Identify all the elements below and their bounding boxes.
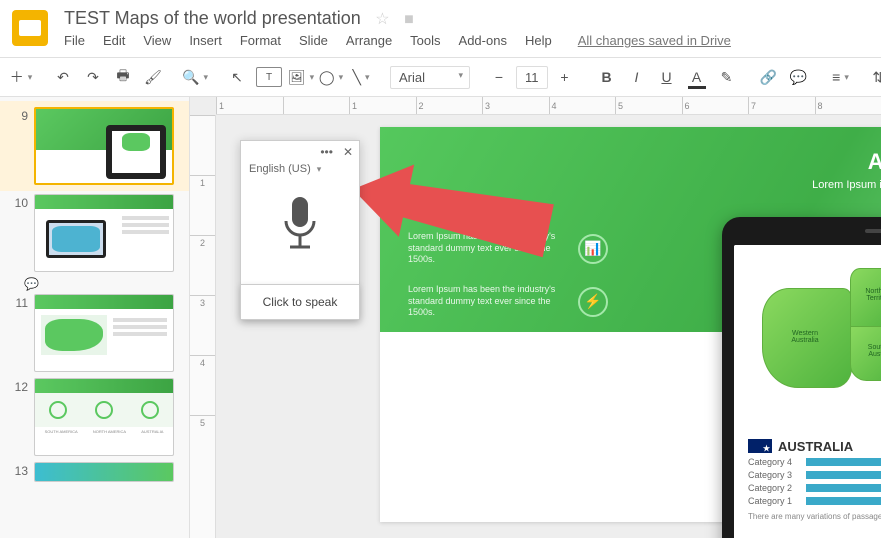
- menu-insert[interactable]: Insert: [189, 33, 222, 48]
- state-label: Western Australia: [780, 330, 830, 344]
- redo-button[interactable]: ↷: [80, 63, 106, 91]
- thumb-number: 13: [10, 462, 28, 478]
- category-row: Category 14.32.4: [748, 496, 881, 506]
- menu-edit[interactable]: Edit: [103, 33, 125, 48]
- menu-file[interactable]: File: [64, 33, 85, 48]
- thumb-row[interactable]: 10: [0, 191, 189, 275]
- star-icon[interactable]: ☆: [375, 11, 389, 28]
- slides-logo-icon[interactable]: [12, 10, 48, 46]
- line-tool[interactable]: ╲▾: [348, 63, 374, 91]
- align-button[interactable]: ≡▾: [828, 63, 854, 91]
- state-label: Southern Australia: [857, 344, 881, 358]
- chart-note: There are many variations of passages of…: [748, 512, 881, 521]
- thumb-row[interactable]: 13: [0, 459, 189, 485]
- thumb-number: 11: [10, 294, 28, 310]
- more-options-icon[interactable]: •••: [320, 145, 333, 159]
- thumb-number: 12: [10, 378, 28, 394]
- voice-tooltip: Click to speak: [240, 284, 360, 320]
- textbox-tool[interactable]: T: [256, 67, 282, 87]
- state-label: Northern Territory: [854, 288, 881, 302]
- slide-thumbnail-panel[interactable]: 9 10 💬 11 12 SOUTH: [0, 97, 190, 538]
- thumb-row[interactable]: 11: [0, 291, 189, 375]
- paint-format-button[interactable]: 🖌: [140, 63, 166, 91]
- australia-map: Western Australia Northern Territory Que…: [734, 245, 881, 431]
- undo-button[interactable]: ↶: [50, 63, 76, 91]
- comment-indicator-icon[interactable]: 💬: [24, 277, 189, 291]
- text-color-button[interactable]: A: [684, 63, 710, 91]
- font-size-decrease[interactable]: −: [486, 63, 512, 91]
- new-slide-button[interactable]: ＋▾: [8, 63, 34, 91]
- thumb-number: 9: [10, 107, 28, 123]
- microphone-button[interactable]: [241, 179, 359, 280]
- insert-link-button[interactable]: 🔗: [756, 63, 782, 91]
- close-icon[interactable]: ✕: [343, 145, 353, 159]
- underline-button[interactable]: U: [654, 63, 680, 91]
- font-size-input[interactable]: 11: [516, 66, 548, 89]
- country-name: AUSTRALIA: [778, 439, 853, 454]
- category-row: Category 33.51.8: [748, 470, 881, 480]
- slide-thumbnail[interactable]: [34, 294, 174, 372]
- slide-thumbnail[interactable]: SOUTH AMERICANORTH AMERICAAUSTRALIA: [34, 378, 174, 456]
- toolbar: ＋▾ ↶ ↷ 🖶 🖌 🔍▾ ↖ T 🖼▾ ◯▾ ╲▾ Arial▾ − 11 +…: [0, 57, 881, 97]
- menu-view[interactable]: View: [143, 33, 171, 48]
- thumb-row[interactable]: 9: [0, 101, 189, 191]
- australia-flag-icon: [748, 439, 772, 453]
- add-comment-button[interactable]: 💬: [786, 63, 812, 91]
- menu-tools[interactable]: Tools: [410, 33, 440, 48]
- menu-slide[interactable]: Slide: [299, 33, 328, 48]
- menu-help[interactable]: Help: [525, 33, 552, 48]
- menu-arrange[interactable]: Arrange: [346, 33, 392, 48]
- image-tool[interactable]: 🖼▾: [288, 63, 314, 91]
- font-family-select[interactable]: Arial▾: [390, 66, 470, 89]
- slide-thumbnail[interactable]: [34, 107, 174, 185]
- vertical-ruler: 12345: [190, 115, 216, 538]
- line-spacing-button[interactable]: ⇅▾: [870, 63, 881, 91]
- slide-thumbnail[interactable]: [34, 462, 174, 482]
- select-tool[interactable]: ↖: [224, 63, 250, 91]
- bold-button[interactable]: B: [594, 63, 620, 91]
- italic-button[interactable]: I: [624, 63, 650, 91]
- document-title[interactable]: TEST Maps of the world presentation: [64, 8, 361, 29]
- folder-icon[interactable]: ■: [404, 11, 414, 28]
- menu-format[interactable]: Format: [240, 33, 281, 48]
- microphone-icon: [276, 195, 324, 255]
- shape-tool[interactable]: ◯▾: [318, 63, 344, 91]
- thumb-number: 10: [10, 194, 28, 210]
- menu-addons[interactable]: Add-ons: [459, 33, 507, 48]
- title-bar: TEST Maps of the world presentation ☆ ■ …: [0, 0, 881, 57]
- chart-icon: 📊: [578, 234, 608, 264]
- menu-bar: File Edit View Insert Format Slide Arran…: [64, 33, 869, 48]
- save-status[interactable]: All changes saved in Drive: [578, 33, 731, 48]
- voice-typing-popup[interactable]: ••• ✕ English (US)▾ Click to speak: [240, 140, 360, 320]
- thumb-row[interactable]: 12 SOUTH AMERICANORTH AMERICAAUSTRALIA: [0, 375, 189, 459]
- slide-thumbnail[interactable]: [34, 194, 174, 272]
- tablet-mockup: Western Australia Northern Territory Que…: [722, 217, 881, 538]
- category-row: Category 44.52.4: [748, 457, 881, 467]
- highlight-button[interactable]: ✎: [714, 63, 740, 91]
- category-row: Category 24.4: [748, 483, 881, 493]
- bolt-icon: ⚡: [578, 287, 608, 317]
- zoom-button[interactable]: 🔍▾: [182, 63, 208, 91]
- font-size-increase[interactable]: +: [552, 63, 578, 91]
- voice-language-select[interactable]: English (US)▾: [241, 163, 359, 179]
- horizontal-ruler: 112345678: [216, 97, 881, 115]
- print-button[interactable]: 🖶: [110, 63, 136, 91]
- feature-text-2[interactable]: Lorem Ipsum has been the industry's stan…: [408, 284, 568, 319]
